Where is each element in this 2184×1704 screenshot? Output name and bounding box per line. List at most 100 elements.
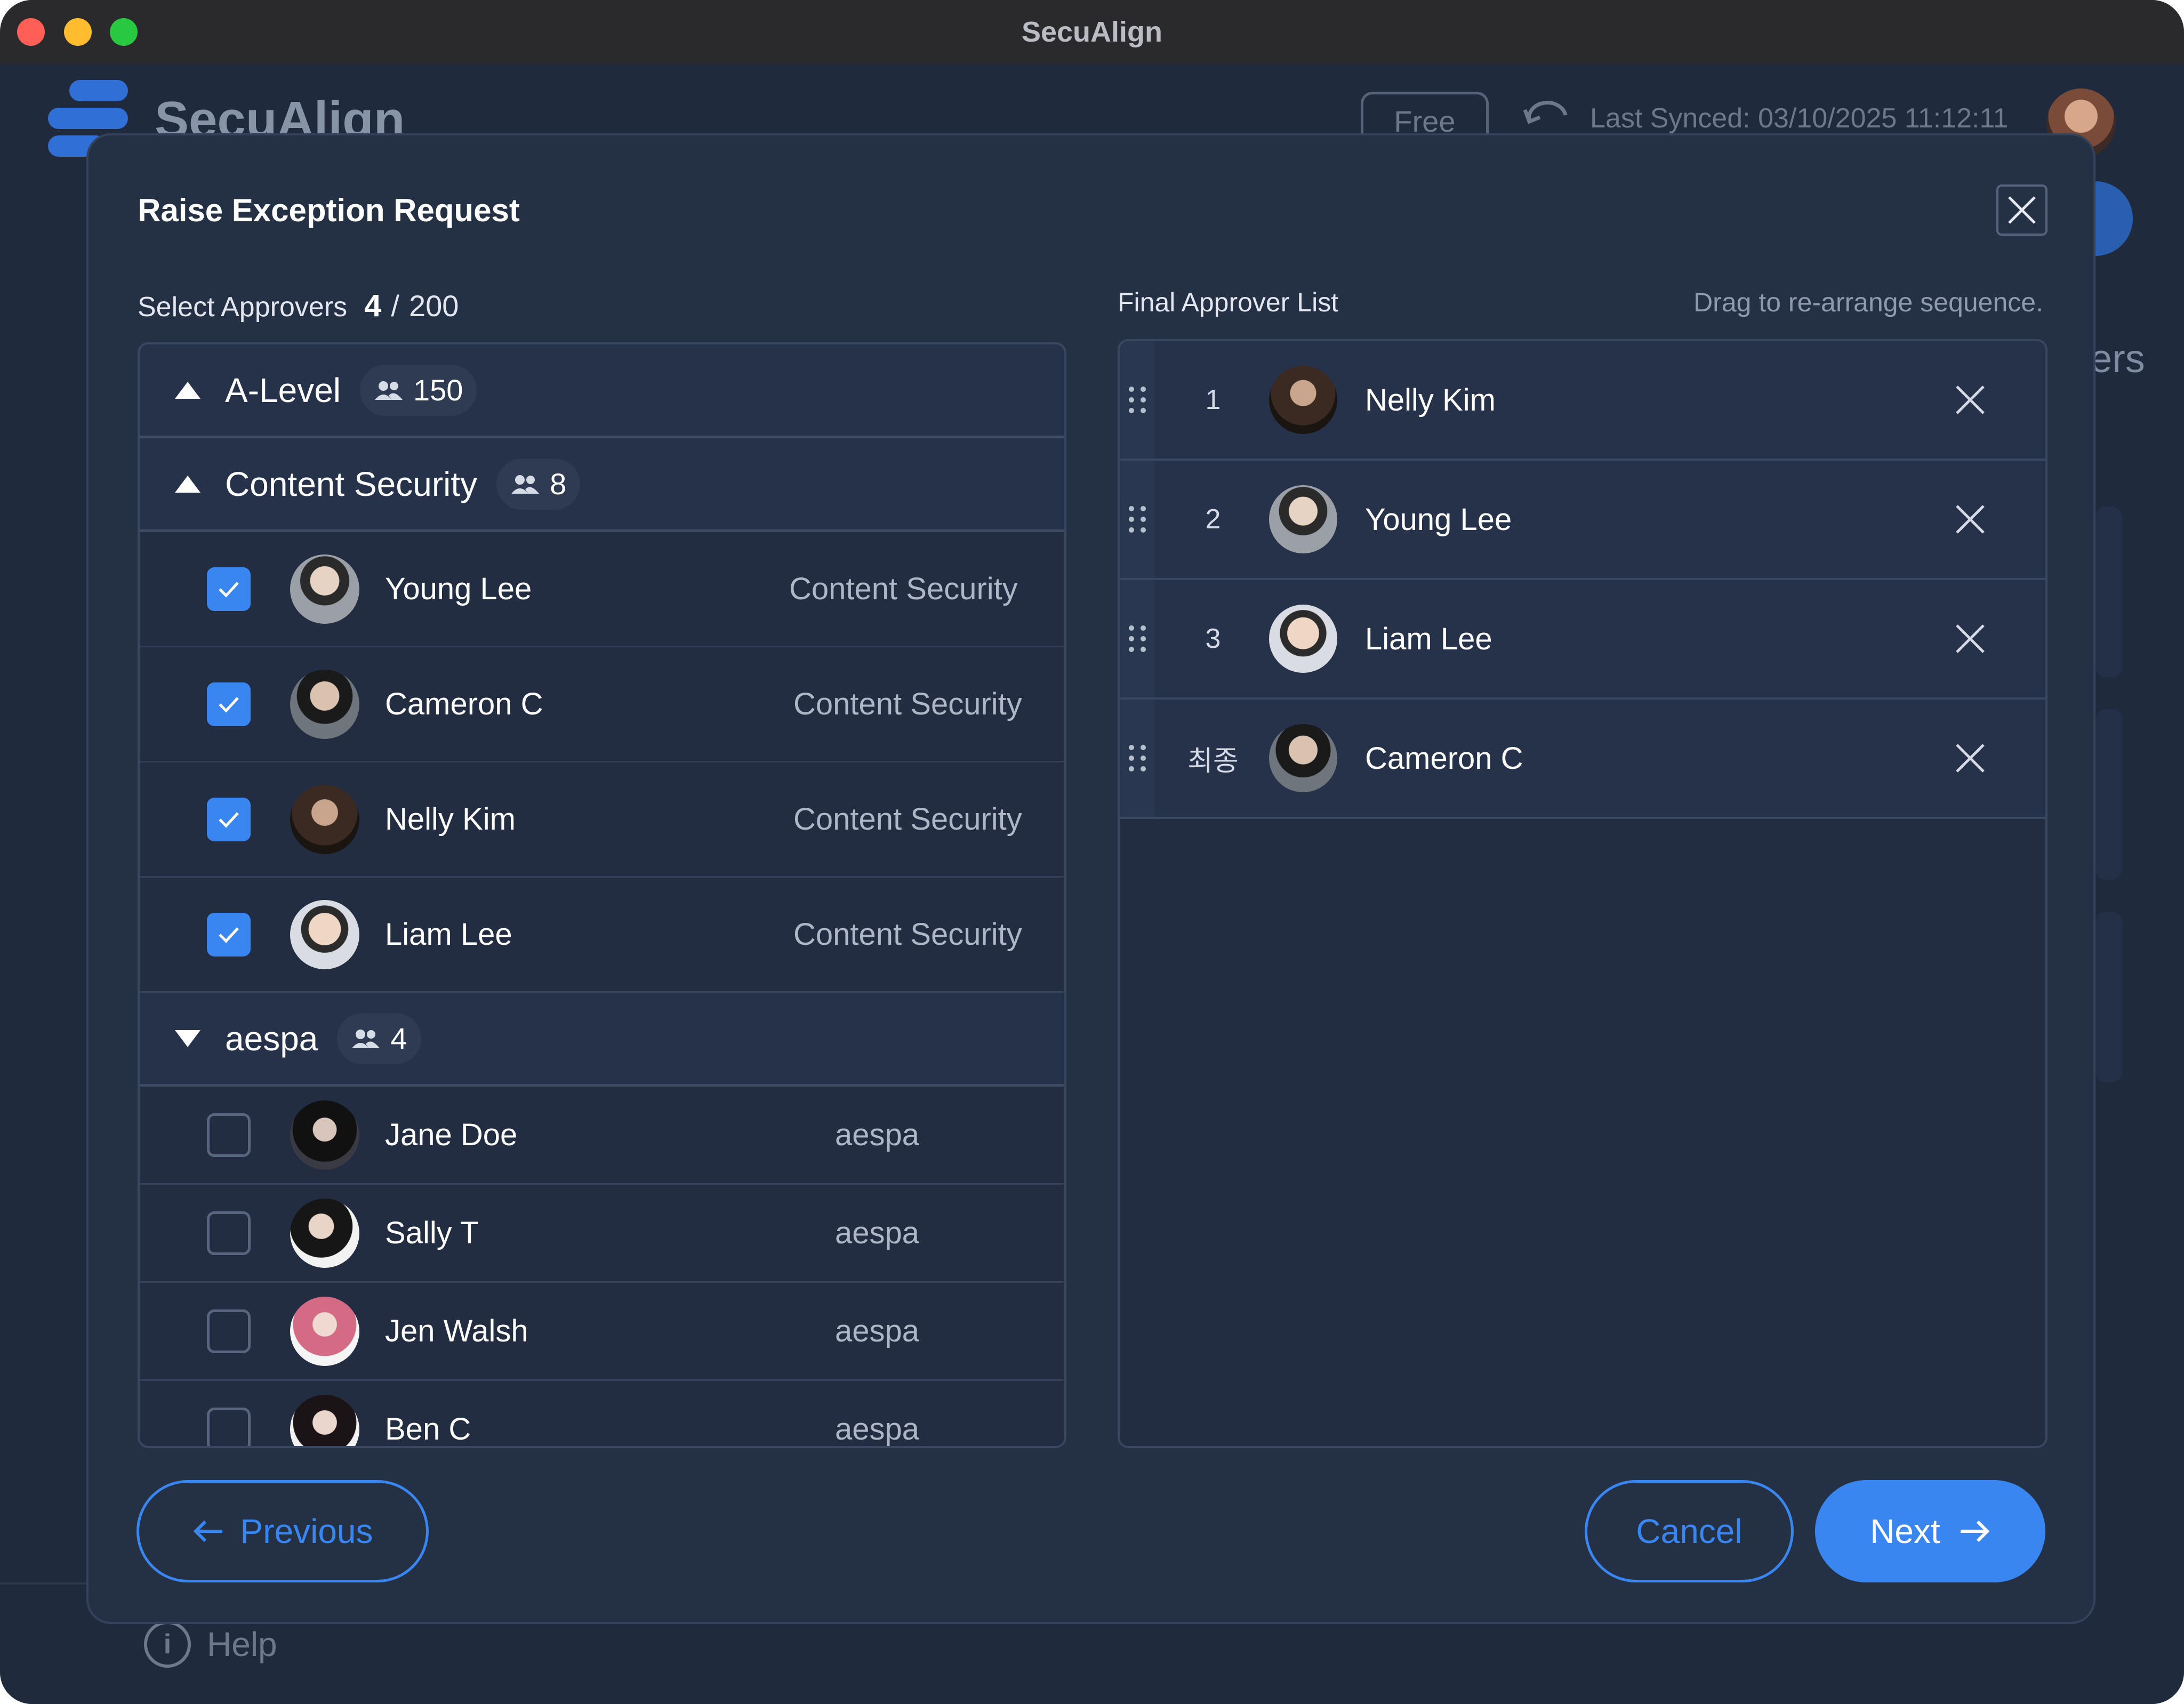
avatar [290, 1100, 359, 1170]
avatar [1269, 485, 1337, 553]
avatar [290, 784, 359, 854]
member-name: Jane Doe [385, 1118, 518, 1152]
count-separator: / [391, 289, 399, 323]
member-name: Ben C [385, 1412, 471, 1446]
avatar [290, 669, 359, 739]
previous-button[interactable]: Previous [136, 1480, 429, 1582]
arrow-right-icon [1960, 1520, 1990, 1542]
member-group: Content Security [789, 572, 1018, 606]
group-count: 4 [390, 1022, 407, 1055]
final-approver-list[interactable]: 1 Nelly Kim 2 Young Lee 3 Liam Lee 최종 Ca… [1118, 339, 2048, 1448]
drag-hint: Drag to re-arrange sequence. [1693, 287, 2043, 317]
drag-handle-icon[interactable] [1120, 580, 1155, 697]
avatar [1269, 605, 1337, 673]
approver-row[interactable]: 최종 Cameron C [1120, 700, 2045, 819]
member-checkbox[interactable] [207, 1309, 251, 1353]
select-approvers-header: Select Approvers 4 / 200 [138, 288, 459, 324]
drag-handle-icon[interactable] [1120, 700, 1155, 817]
close-icon [2008, 196, 2036, 224]
member-checkbox[interactable] [207, 1113, 251, 1157]
info-icon: i [144, 1621, 191, 1668]
cancel-button[interactable]: Cancel [1585, 1480, 1794, 1582]
minimize-window-button[interactable] [64, 18, 92, 46]
avatar [290, 1296, 359, 1366]
member-row-jane-doe[interactable]: Jane Doe aespa [140, 1087, 1064, 1185]
approver-sequence: 3 [1205, 623, 1221, 654]
member-name: Sally T [385, 1216, 479, 1250]
group-name: aespa [225, 1019, 318, 1058]
group-header-a-level[interactable]: A-Level 150 [140, 344, 1064, 438]
member-row-ben-c[interactable]: Ben C aespa [140, 1381, 1064, 1446]
background-partial-label: ers [2090, 336, 2145, 381]
cancel-label: Cancel [1636, 1512, 1743, 1550]
app-window: SecuAlign SecuAlign Free Last Synced: 03… [0, 0, 2184, 1704]
member-row-cameron-c[interactable]: Cameron C Content Security [140, 647, 1064, 762]
select-approvers-label: Select Approvers [138, 292, 348, 323]
group-name: A-Level [225, 371, 341, 409]
member-name: Young Lee [385, 572, 532, 606]
group-header-content-security[interactable]: Content Security 8 [140, 438, 1064, 532]
avatar [290, 899, 359, 969]
help-link[interactable]: i Help [144, 1621, 277, 1668]
max-count: 200 [408, 289, 459, 323]
drag-handle-icon[interactable] [1120, 461, 1155, 578]
member-checkbox[interactable] [207, 797, 251, 841]
arrow-left-icon [193, 1520, 222, 1542]
member-checkbox[interactable] [207, 1407, 251, 1446]
modal-close-button[interactable] [1996, 184, 2048, 236]
member-row-liam-lee[interactable]: Liam Lee Content Security [140, 878, 1064, 993]
remove-icon[interactable] [1952, 501, 1989, 538]
member-row-sally-t[interactable]: Sally T aespa [140, 1185, 1064, 1283]
approver-name: Nelly Kim [1365, 382, 1496, 417]
member-row-young-lee[interactable]: Young Lee Content Security [140, 532, 1064, 647]
sync-status: Last Synced: 03/10/2025 11:12:11 [1523, 99, 2008, 138]
modal-title: Raise Exception Request [138, 192, 520, 228]
approver-row[interactable]: 2 Young Lee [1120, 461, 2045, 580]
collapse-toggle-icon[interactable] [175, 381, 200, 399]
member-group: aespa [835, 1314, 920, 1348]
remove-icon[interactable] [1952, 740, 1989, 777]
previous-label: Previous [240, 1512, 373, 1550]
member-checkbox[interactable] [207, 912, 251, 957]
collapse-toggle-icon[interactable] [175, 475, 200, 493]
approver-row[interactable]: 3 Liam Lee [1120, 580, 2045, 700]
avatar [1269, 366, 1337, 434]
member-checkbox[interactable] [207, 682, 251, 726]
member-group: Content Security [793, 687, 1022, 721]
member-checkbox[interactable] [207, 1211, 251, 1255]
member-group: Content Security [793, 802, 1022, 837]
expand-toggle-icon[interactable] [175, 1030, 200, 1047]
member-row-jen-walsh[interactable]: Jen Walsh aespa [140, 1283, 1064, 1381]
member-checkbox[interactable] [207, 567, 251, 611]
window-title: SecuAlign [1021, 16, 1163, 48]
member-name: Nelly Kim [385, 802, 516, 837]
approver-selection-list[interactable]: A-Level 150 Content Security 8 Young Lee [138, 342, 1066, 1448]
avatar [290, 554, 359, 624]
approver-sequence: 2 [1205, 504, 1221, 535]
group-count-badge: 4 [337, 1012, 421, 1064]
selected-count: 4 [364, 288, 382, 323]
group-count: 150 [413, 373, 463, 407]
next-label: Next [1870, 1512, 1940, 1550]
remove-icon[interactable] [1952, 381, 1989, 419]
maximize-window-button[interactable] [110, 18, 138, 46]
member-group: Content Security [793, 917, 1022, 952]
remove-icon[interactable] [1952, 620, 1989, 657]
last-synced-text: Last Synced: 03/10/2025 11:12:11 [1590, 103, 2009, 134]
approver-row[interactable]: 1 Nelly Kim [1120, 341, 2045, 461]
member-name: Jen Walsh [385, 1314, 528, 1348]
drag-handle-icon[interactable] [1120, 341, 1155, 459]
sync-icon [1523, 101, 1568, 124]
background-card [2095, 507, 2122, 677]
people-icon [352, 1029, 380, 1048]
group-header-aespa[interactable]: aespa 4 [140, 993, 1064, 1087]
approver-name: Liam Lee [1365, 621, 1492, 656]
group-count-badge: 150 [360, 364, 477, 416]
member-name: Cameron C [385, 687, 543, 721]
close-window-button[interactable] [17, 18, 45, 46]
title-bar: SecuAlign [0, 0, 2184, 64]
member-row-nelly-kim[interactable]: Nelly Kim Content Security [140, 762, 1064, 878]
final-approver-heading: Final Approver List [1118, 287, 1339, 317]
next-button[interactable]: Next [1815, 1480, 2045, 1582]
raise-exception-modal: Raise Exception Request Select Approvers… [86, 133, 2095, 1624]
